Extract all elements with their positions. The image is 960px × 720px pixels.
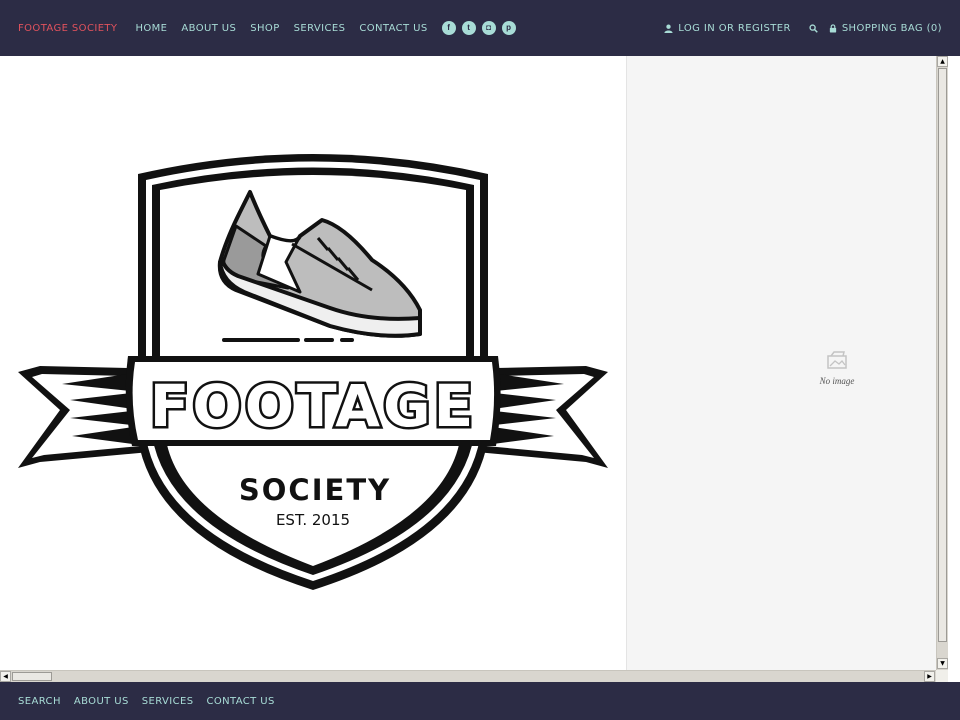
facebook-icon[interactable]: f xyxy=(441,21,456,35)
footage-society-logo: FOOTAGE SOCIETY EST. 2015 xyxy=(18,154,608,590)
footer-search-link[interactable]: SEARCH xyxy=(18,696,61,707)
page-viewport: FOOTAGE SOCIETY EST. 2015 No image xyxy=(0,56,948,670)
account-nav: LOG IN OR REGISTER SHOPPING BAG (0) xyxy=(664,23,942,34)
footer-contact-us-link[interactable]: CONTACT US xyxy=(206,696,274,707)
product-logo-image: FOOTAGE SOCIETY EST. 2015 xyxy=(0,56,626,670)
logo-subtitle: SOCIETY xyxy=(239,473,391,507)
logo-title: FOOTAGE xyxy=(150,372,476,440)
footer-services-link[interactable]: SERVICES xyxy=(142,696,194,707)
main-nav: HOME ABOUT US SHOP SERVICES CONTACT US xyxy=(135,23,441,34)
search-icon xyxy=(809,23,818,33)
social-links: f t ◘ p xyxy=(441,21,516,35)
nav-shop[interactable]: SHOP xyxy=(250,23,279,34)
brand-link[interactable]: FOOTAGE SOCIETY xyxy=(18,23,117,34)
nav-about-us[interactable]: ABOUT US xyxy=(181,23,236,34)
no-image-block: No image xyxy=(807,350,867,386)
footer-bar: SEARCH ABOUT US SERVICES CONTACT US xyxy=(0,682,960,720)
horizontal-scrollbar[interactable]: ◀ ▶ xyxy=(0,670,936,682)
product-image-placeholder: No image xyxy=(626,56,936,670)
vertical-scroll-thumb[interactable] xyxy=(938,68,947,642)
logo-established: EST. 2015 xyxy=(276,511,350,529)
search-link[interactable] xyxy=(809,23,823,33)
scroll-left-button[interactable]: ◀ xyxy=(0,671,11,682)
horizontal-scroll-thumb[interactable] xyxy=(12,672,52,681)
footer-about-us-link[interactable]: ABOUT US xyxy=(74,696,129,707)
scrollbar-corner xyxy=(936,670,948,682)
login-register-label: LOG IN OR REGISTER xyxy=(678,22,791,34)
title-banner: FOOTAGE xyxy=(125,356,501,446)
nav-services[interactable]: SERVICES xyxy=(294,23,346,34)
pinterest-icon[interactable]: p xyxy=(501,21,516,35)
scroll-down-button[interactable]: ▼ xyxy=(937,658,948,669)
nav-contact-us[interactable]: CONTACT US xyxy=(359,23,427,34)
no-image-label: No image xyxy=(819,376,855,386)
scroll-right-button[interactable]: ▶ xyxy=(924,671,935,682)
top-navigation-bar: FOOTAGE SOCIETY HOME ABOUT US SHOP SERVI… xyxy=(0,0,960,56)
lock-icon xyxy=(829,23,836,33)
instagram-icon[interactable]: ◘ xyxy=(481,21,496,35)
scroll-up-button[interactable]: ▲ xyxy=(937,56,948,67)
vertical-scrollbar[interactable]: ▲ ▼ xyxy=(936,56,948,670)
login-register-link[interactable]: LOG IN OR REGISTER xyxy=(664,23,791,34)
twitter-icon[interactable]: t xyxy=(461,21,476,35)
no-image-icon xyxy=(827,351,847,369)
nav-home[interactable]: HOME xyxy=(135,23,167,34)
window-edge xyxy=(948,56,960,682)
shopping-bag-link[interactable]: SHOPPING BAG (0) xyxy=(829,23,942,34)
shopping-bag-label: SHOPPING BAG (0) xyxy=(841,22,942,34)
user-icon xyxy=(664,24,673,33)
